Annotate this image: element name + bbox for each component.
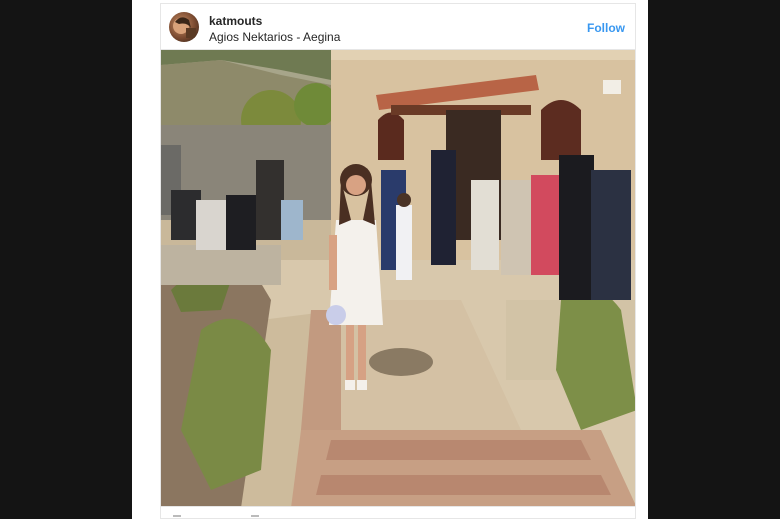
post-header: katmouts Agios Nektarios - Aegina Follow (160, 3, 636, 49)
post-footer (160, 507, 636, 519)
username[interactable]: katmouts (209, 14, 262, 28)
post-photo[interactable] (160, 49, 636, 507)
follow-button[interactable]: Follow (587, 21, 625, 35)
post-card: katmouts Agios Nektarios - Aegina Follow (132, 0, 648, 519)
heart-icon[interactable] (173, 515, 181, 519)
avatar[interactable] (169, 12, 199, 42)
comment-icon[interactable] (251, 515, 259, 519)
location[interactable]: Agios Nektarios - Aegina (209, 30, 340, 44)
